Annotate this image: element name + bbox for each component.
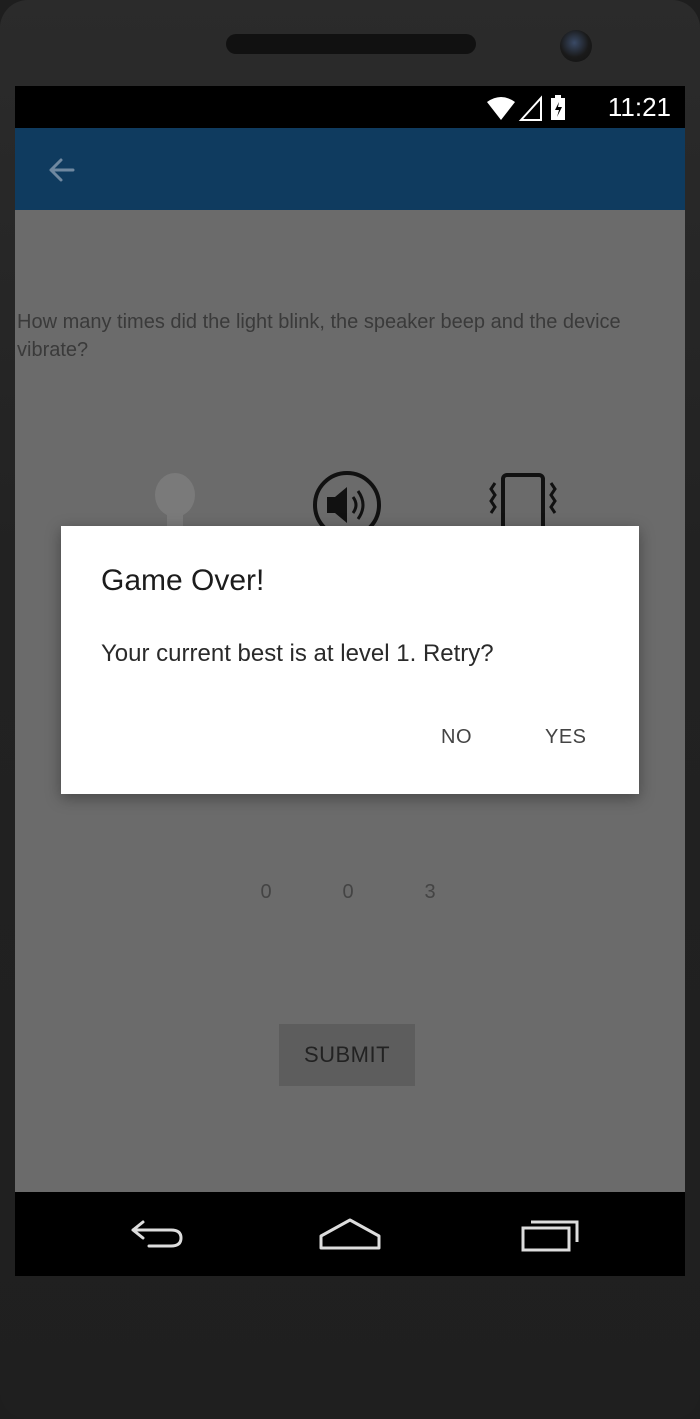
home-nav-icon[interactable] <box>315 1210 385 1258</box>
game-over-dialog: Game Over! Your current best is at level… <box>61 526 639 794</box>
recents-nav-icon[interactable] <box>515 1210 585 1258</box>
yes-button[interactable]: YES <box>537 720 595 755</box>
back-nav-icon[interactable] <box>119 1210 189 1258</box>
dialog-title: Game Over! <box>101 564 265 597</box>
beep-count[interactable]: 0 <box>333 881 363 904</box>
battery-icon <box>551 95 565 120</box>
cell-signal-icon <box>518 95 542 121</box>
no-button[interactable]: NO <box>433 720 480 755</box>
navigation-bar <box>15 1192 685 1276</box>
status-bar: 11:21 <box>15 86 685 128</box>
answer-counts: 0 0 3 <box>15 881 685 911</box>
blink-count[interactable]: 0 <box>251 881 281 904</box>
light-bulb-icon <box>155 473 195 527</box>
vibrate-count[interactable]: 3 <box>415 881 445 904</box>
arrow-left-icon[interactable] <box>43 150 83 190</box>
status-time: 11:21 <box>607 92 671 122</box>
front-camera <box>560 30 592 62</box>
dialog-message: Your current best is at level 1. Retry? <box>101 640 494 667</box>
wifi-icon <box>487 97 515 120</box>
status-icons <box>487 95 565 121</box>
question-text: How many times did the light blink, the … <box>17 311 621 361</box>
app-bar <box>15 128 685 210</box>
phone-frame: 11:21 How many times did the light blink… <box>0 0 700 1419</box>
screen: 11:21 How many times did the light blink… <box>15 86 685 1276</box>
earpiece <box>226 34 476 54</box>
submit-button[interactable]: SUBMIT <box>279 1024 415 1086</box>
